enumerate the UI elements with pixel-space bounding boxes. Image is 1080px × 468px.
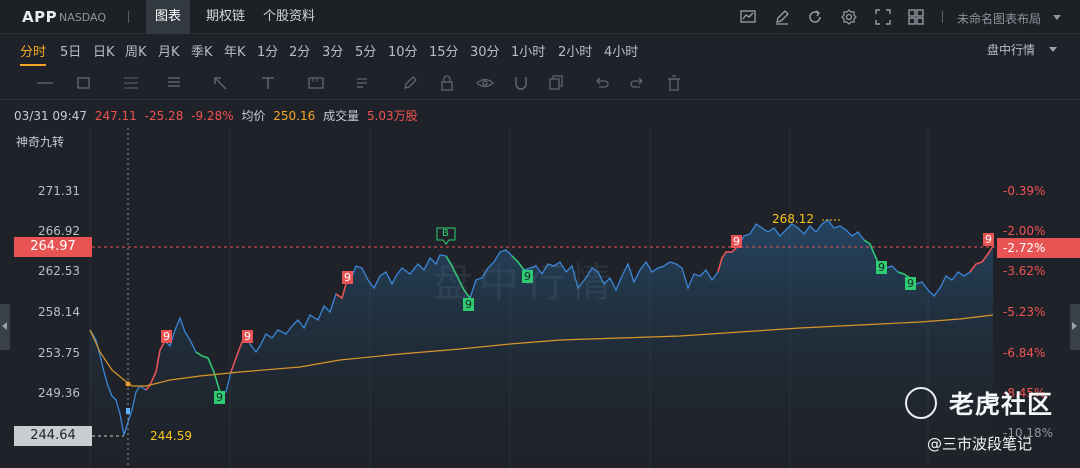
period-item[interactable]: 分时	[20, 41, 47, 66]
buy-signal-label: B	[442, 228, 449, 239]
y-axis-pct-label: -2.00%	[1003, 224, 1046, 238]
period-item[interactable]: 季K	[191, 41, 213, 60]
copy-icon[interactable]	[547, 75, 565, 91]
draw-icon[interactable]	[774, 9, 790, 25]
pen-tool-icon[interactable]	[401, 75, 419, 91]
y-axis-pct-label: -0.39%	[1003, 184, 1046, 198]
low-annotation: 244.59	[150, 429, 192, 443]
period-item[interactable]: 15分	[429, 41, 459, 60]
period-item[interactable]: 周K	[125, 41, 147, 60]
y-axis-pct-label: -5.23%	[1003, 305, 1046, 319]
y-axis-label: 271.31	[38, 184, 80, 198]
redo-icon[interactable]	[628, 75, 646, 91]
fullscreen-icon[interactable]	[875, 9, 891, 25]
td-nine-label: 9	[878, 261, 885, 274]
y-axis-label: 253.75	[38, 346, 80, 360]
td-nine-label: 9	[216, 391, 223, 404]
mode-select[interactable]: 盘中行情	[987, 41, 1035, 58]
period-item[interactable]: 5日	[60, 41, 81, 60]
y-axis-pct-label: -3.62%	[1003, 264, 1046, 278]
ticker-symbol[interactable]: APP	[22, 8, 57, 26]
chart-type-icon[interactable]	[740, 9, 756, 25]
eye-icon[interactable]	[476, 75, 494, 91]
left-panel-toggle[interactable]	[0, 304, 10, 350]
period-item[interactable]: 1分	[257, 41, 278, 60]
fibonacci-tool-icon[interactable]	[122, 75, 140, 91]
tab-chart[interactable]: 图表	[146, 0, 191, 34]
exchange-label: NASDAQ	[59, 11, 107, 24]
period-item[interactable]: 年K	[224, 41, 246, 60]
measure-tool-icon[interactable]	[307, 75, 325, 91]
period-bar: 分时 5日 日K 周K 月K 季K 年K 1分 2分 3分 5分 10分 15分…	[0, 34, 1080, 66]
magnet-icon[interactable]	[512, 75, 530, 91]
divider	[128, 11, 129, 23]
period-item[interactable]: 30分	[470, 41, 500, 60]
tab-stock-profile[interactable]: 个股资料	[254, 0, 324, 34]
period-item[interactable]: 10分	[388, 41, 418, 60]
refresh-icon[interactable]	[807, 9, 823, 25]
text-tool-icon[interactable]	[259, 75, 277, 91]
period-item[interactable]: 日K	[93, 41, 115, 60]
rectangle-tool-icon[interactable]	[75, 75, 93, 91]
period-item[interactable]: 4小时	[604, 41, 638, 60]
chart-watermark: 盘中行情	[433, 260, 617, 306]
divider	[942, 11, 943, 23]
top-bar: APP NASDAQ 图表 期权链 个股资料 未命名图表布局	[0, 0, 1080, 34]
period-item[interactable]: 3分	[322, 41, 343, 60]
author-tag: @三市波段笔记	[927, 435, 1033, 453]
current-price-tag: 264.97	[14, 237, 92, 257]
td-nine-label: 9	[907, 277, 914, 290]
crosshair-point	[126, 408, 130, 414]
tab-options-chain[interactable]: 期权链	[197, 0, 254, 34]
settings-icon[interactable]	[841, 9, 857, 25]
right-panel-toggle[interactable]	[1070, 304, 1080, 350]
chevron-down-icon	[1049, 47, 1057, 52]
y-axis-label: 258.14	[38, 305, 80, 319]
layout-select[interactable]: 未命名图表布局	[957, 10, 1041, 27]
chevron-down-icon	[1053, 15, 1061, 20]
y-axis-pct-label: -6.84%	[1003, 346, 1046, 360]
low-price-tag: 244.64	[14, 426, 92, 446]
td-nine-label: 9	[344, 271, 351, 284]
tiger-logo-icon	[905, 387, 937, 419]
y-axis-label: 249.36	[38, 386, 80, 400]
undo-icon[interactable]	[593, 75, 611, 91]
high-annotation: 268.12	[772, 212, 814, 226]
lock-icon[interactable]	[438, 75, 456, 91]
drawing-toolbar	[0, 66, 1080, 100]
period-item[interactable]: 2分	[289, 41, 310, 60]
period-item[interactable]: 月K	[158, 41, 180, 60]
line-tool-icon[interactable]	[36, 75, 54, 91]
td-nine-label: 9	[163, 330, 170, 343]
arrow-tool-icon[interactable]	[212, 75, 230, 91]
period-item[interactable]: 2小时	[558, 41, 592, 60]
brand-name: 老虎社区	[949, 390, 1054, 419]
td-nine-label: 9	[733, 235, 740, 248]
trash-icon[interactable]	[665, 75, 683, 91]
td-nine-label: 9	[244, 330, 251, 343]
current-pct-tag: -2.72%	[997, 238, 1080, 258]
y-axis-label: 262.53	[38, 264, 80, 278]
period-item[interactable]: 5分	[355, 41, 376, 60]
layout-grid-icon[interactable]	[908, 9, 924, 25]
text-list-tool-icon[interactable]	[165, 75, 183, 91]
brush-tool-icon[interactable]	[353, 75, 371, 91]
td-nine-label: 9	[985, 233, 992, 246]
period-item[interactable]: 1小时	[511, 41, 545, 60]
y-axis-label: 266.92	[38, 224, 80, 238]
